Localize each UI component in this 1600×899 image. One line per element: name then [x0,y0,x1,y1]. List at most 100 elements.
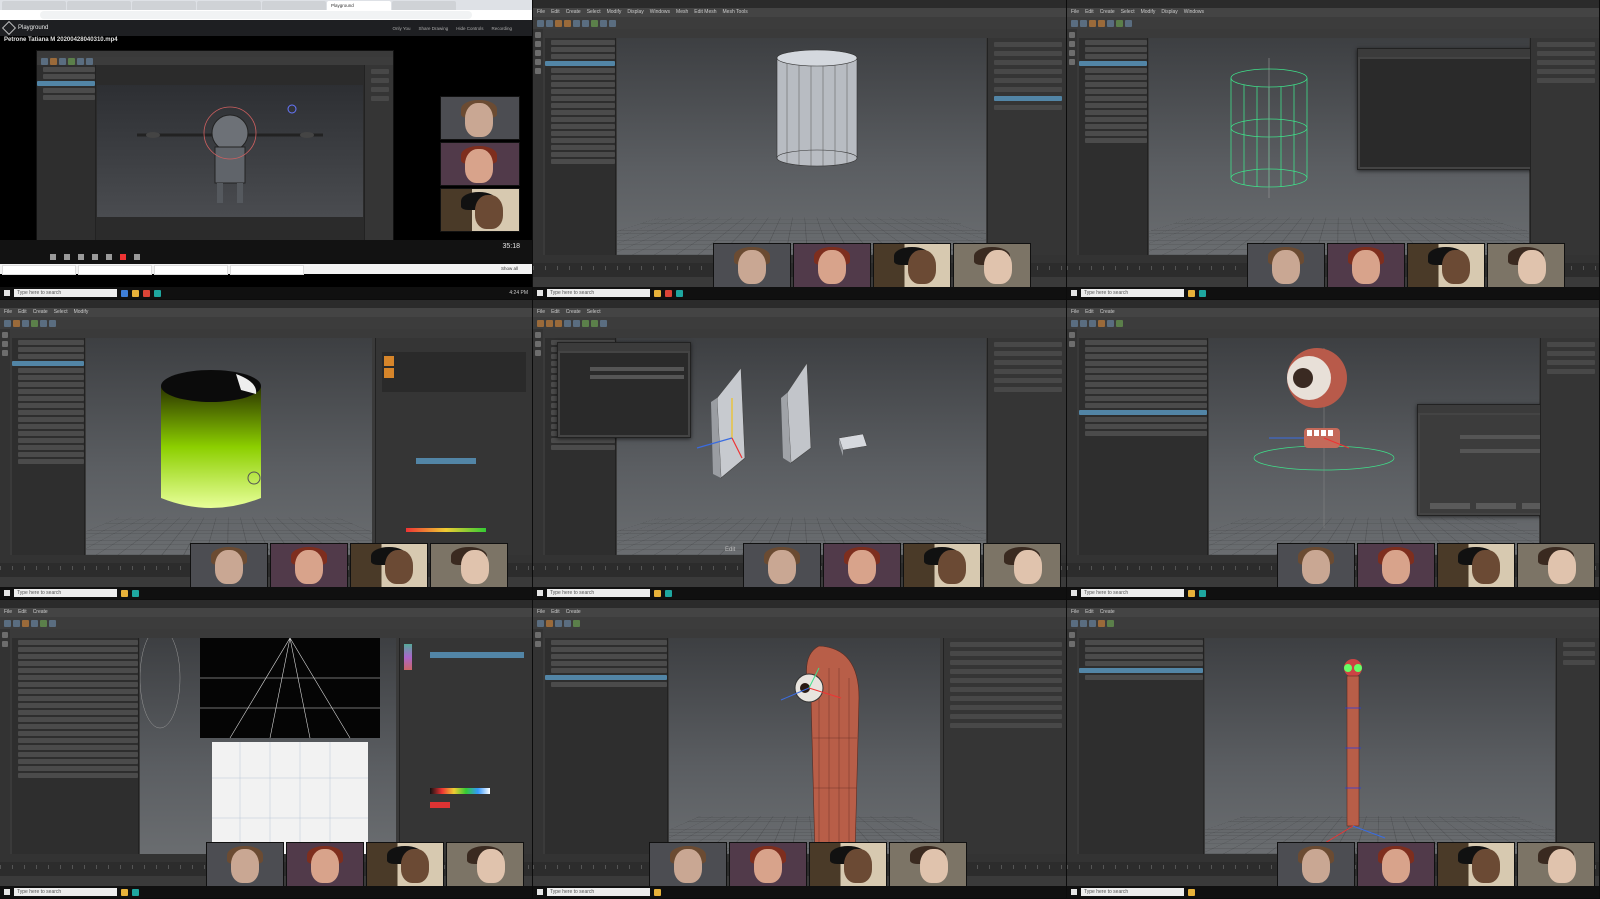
component-editor-dialog[interactable] [1357,48,1539,170]
menu-file[interactable]: File [1071,609,1079,615]
move-tool-icon[interactable] [1069,641,1075,647]
url-field[interactable] [40,11,472,19]
browser-tab-active[interactable]: Playground [327,1,391,10]
scale-tool-icon[interactable] [535,68,541,74]
select-tool-icon[interactable] [1069,632,1075,638]
menu-edit[interactable]: Edit [1085,9,1094,15]
file-explorer-icon[interactable] [654,289,661,297]
taskbar-search[interactable]: Type here to search [547,589,650,597]
attribute-editor[interactable] [943,638,1066,854]
menu-file[interactable]: File [537,309,545,315]
menu-create[interactable]: Create [566,609,581,615]
rotate-tool-icon[interactable] [1069,50,1075,56]
outliner[interactable] [545,638,668,854]
menu-modify[interactable]: Modify [607,9,622,15]
menu-mesh-tools[interactable]: Mesh Tools [723,9,748,15]
rotate-tool-icon[interactable] [535,59,541,65]
shelf-tool-icon[interactable] [546,19,553,27]
taskbar-search[interactable]: Type here to search [14,589,117,597]
channel-box[interactable] [987,38,1066,255]
menu-select[interactable]: Select [1121,9,1135,15]
scale-tool-icon[interactable] [1069,59,1075,65]
recorded-video[interactable] [36,50,394,242]
move-tool-icon[interactable] [1069,41,1075,47]
menu-edit[interactable]: Edit [551,309,560,315]
menu-create[interactable]: Create [33,609,48,615]
shelf-tool-icon[interactable] [609,19,616,27]
rotate-tool-icon[interactable] [2,350,8,356]
menu-edit[interactable]: Edit [18,309,27,315]
taskbar-search[interactable]: Type here to search [14,888,117,896]
maya-icon[interactable] [665,589,672,597]
file-explorer-icon[interactable] [654,589,661,597]
file-explorer-icon[interactable] [654,888,661,896]
menu-edit[interactable]: Edit [1085,309,1094,315]
shelf-tool-icon[interactable] [573,19,580,27]
hypershade-panel[interactable] [399,638,532,854]
channel-box[interactable] [987,338,1066,555]
menu-display[interactable]: Display [1161,9,1177,15]
maya-viewport[interactable] [617,38,986,255]
menu-create[interactable]: Create [1100,9,1115,15]
select-tool-icon[interactable] [2,332,8,338]
maya-icon[interactable] [154,289,161,297]
menu-edit[interactable]: Edit [551,609,560,615]
rewind-icon[interactable] [64,254,70,260]
maya-icon[interactable] [132,888,139,896]
menu-display[interactable]: Display [627,9,643,15]
file-explorer-icon[interactable] [1188,289,1195,297]
select-tool-icon[interactable] [535,632,541,638]
taskbar-search[interactable]: Type here to search [1081,289,1184,297]
maya-viewport[interactable] [669,638,940,854]
menu-create[interactable]: Create [33,309,48,315]
browser-tab[interactable] [132,1,196,10]
play-icon[interactable] [50,254,56,260]
taskbar-search[interactable]: Type here to search [547,888,650,896]
taskbar-search[interactable]: Type here to search [547,289,650,297]
menu-file[interactable]: File [537,609,545,615]
windows-start-icon[interactable] [537,590,543,596]
taskbar-search[interactable]: Type here to search [14,289,117,297]
windows-start-icon[interactable] [4,290,10,296]
menu-file[interactable]: File [4,309,12,315]
shelf-tool-icon[interactable] [591,19,598,27]
file-explorer-icon[interactable] [1188,888,1195,896]
menu-modify[interactable]: Modify [1141,9,1156,15]
outliner[interactable] [1079,38,1148,255]
menu-modify[interactable]: Modify [74,309,89,315]
shelf-tool-icon[interactable] [564,19,571,27]
select-tool-icon[interactable] [1069,332,1075,338]
hypershade-panel[interactable] [375,338,532,555]
menu-file[interactable]: File [537,9,545,15]
color-picker-icon[interactable] [134,254,140,260]
browser-tab[interactable] [197,1,261,10]
menu-file[interactable]: File [1071,9,1079,15]
move-tool-icon[interactable] [2,641,8,647]
shape-editor-dialog[interactable] [557,342,691,438]
maya-viewport[interactable] [86,338,372,555]
outliner[interactable] [1079,338,1208,555]
task-view-icon[interactable] [121,289,128,297]
download-item[interactable] [230,265,304,275]
select-tool-icon[interactable] [535,332,541,338]
move-tool-icon[interactable] [535,641,541,647]
download-item[interactable] [154,265,228,275]
maya-viewport[interactable] [140,638,396,854]
menu-create[interactable]: Create [1100,309,1115,315]
channel-box[interactable] [1556,638,1599,854]
maya-viewport[interactable] [1205,638,1555,854]
outliner[interactable] [545,38,616,255]
move-tool-icon[interactable] [2,341,8,347]
chrome-icon[interactable] [143,289,150,297]
maya-icon[interactable] [1199,589,1206,597]
share-drawing-button[interactable]: Share Drawing [418,26,448,31]
shelf-tool-icon[interactable] [555,19,562,27]
outliner[interactable] [12,638,139,854]
menu-file[interactable]: File [4,609,12,615]
download-item[interactable] [78,265,152,275]
menu-edit[interactable]: Edit [1085,609,1094,615]
move-tool-icon[interactable] [1069,341,1075,347]
browser-tab[interactable] [392,1,456,10]
outliner[interactable] [12,338,85,555]
taskbar-search[interactable]: Type here to search [1081,888,1184,896]
